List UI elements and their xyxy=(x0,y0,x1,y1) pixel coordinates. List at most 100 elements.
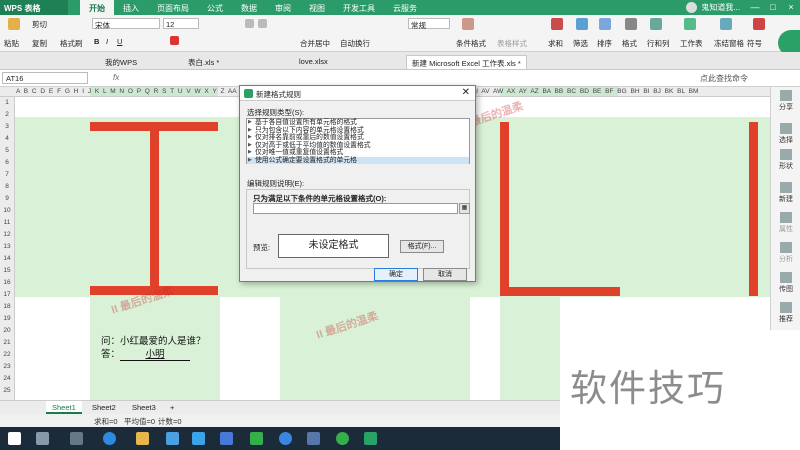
task-view-icon[interactable] xyxy=(70,432,83,445)
sum-button[interactable]: 求和 xyxy=(548,38,563,49)
row-header[interactable]: 24 xyxy=(0,375,14,382)
row-header[interactable]: 21 xyxy=(0,339,14,346)
row-header[interactable]: 4 xyxy=(0,135,14,142)
share-button[interactable]: 分享 xyxy=(771,90,800,112)
tab-my-wps[interactable]: 我的WPS xyxy=(100,55,142,69)
menu-home[interactable]: 开始 xyxy=(80,0,114,15)
format-painter-button[interactable]: 格式刷 xyxy=(60,38,83,49)
row-header[interactable]: 1 xyxy=(0,99,14,106)
row-header[interactable]: 11 xyxy=(0,219,14,226)
close-window-button[interactable]: × xyxy=(782,0,800,15)
bold-button[interactable]: B xyxy=(94,37,99,46)
row-header[interactable]: 15 xyxy=(0,267,14,274)
row-header[interactable]: 19 xyxy=(0,315,14,322)
search-icon[interactable] xyxy=(36,432,49,445)
shape-button[interactable]: 形状 xyxy=(771,149,800,171)
wechat-icon[interactable] xyxy=(250,432,263,445)
cancel-button[interactable]: 取消 xyxy=(423,268,467,281)
filter-button[interactable]: 筛选 xyxy=(573,38,588,49)
format-button[interactable]: 格式 xyxy=(622,38,637,49)
windows-start-icon[interactable] xyxy=(8,432,21,445)
command-search[interactable]: 点此查找命令 xyxy=(700,73,748,84)
sheet-tab-1[interactable]: Sheet1 xyxy=(46,401,82,414)
row-header[interactable]: 20 xyxy=(0,327,14,334)
dialog-close-button[interactable]: ✕ xyxy=(462,87,470,98)
filter-icon[interactable] xyxy=(576,18,588,30)
user-area[interactable]: 鬼知道我... xyxy=(686,0,740,15)
tab-new-excel[interactable]: 新建 Microsoft Excel 工作表.xls * xyxy=(406,55,527,69)
symbol-button[interactable]: 符号 xyxy=(747,38,762,49)
sheet-tab-3[interactable]: Sheet3 xyxy=(126,401,162,414)
rule-type-item[interactable]: 仅对高于或低于平均值的数值设置格式 xyxy=(247,142,469,150)
merge-center-button[interactable]: 合并居中 xyxy=(300,38,330,49)
menu-cloud[interactable]: 云服务 xyxy=(384,0,426,15)
row-header[interactable]: 23 xyxy=(0,363,14,370)
cut-button[interactable]: 剪切 xyxy=(32,19,47,30)
range-picker-button[interactable]: ▦ xyxy=(459,203,470,214)
row-header[interactable]: 7 xyxy=(0,171,14,178)
fx-icon[interactable]: fx xyxy=(113,73,119,82)
row-header[interactable]: 8 xyxy=(0,183,14,190)
properties-button[interactable]: 属性 xyxy=(771,212,800,234)
row-header[interactable]: 14 xyxy=(0,255,14,262)
row-header[interactable]: 16 xyxy=(0,279,14,286)
maximize-button[interactable]: □ xyxy=(764,0,782,15)
tab-love-xlsx[interactable]: love.xlsx xyxy=(294,55,333,69)
upload-image-button[interactable]: 传图 xyxy=(771,272,800,294)
copy-button[interactable]: 复制 xyxy=(32,38,47,49)
number-format-select[interactable]: 常规 xyxy=(408,18,450,30)
app-menu-button[interactable]: WPS 表格 xyxy=(0,0,68,15)
row-header[interactable]: 22 xyxy=(0,351,14,358)
menu-insert[interactable]: 插入 xyxy=(114,0,148,15)
sort-button[interactable]: 排序 xyxy=(597,38,612,49)
worksheet-button[interactable]: 工作表 xyxy=(680,38,703,49)
file-explorer-icon[interactable] xyxy=(136,432,149,445)
menu-review[interactable]: 审阅 xyxy=(266,0,300,15)
wps-spreadsheet-icon[interactable] xyxy=(364,432,377,445)
font-size-select[interactable]: 12 xyxy=(163,18,199,29)
menu-formulas[interactable]: 公式 xyxy=(198,0,232,15)
worksheet-icon[interactable] xyxy=(684,18,696,30)
analysis-button[interactable]: 分析 xyxy=(771,242,800,264)
row-header[interactable]: 17 xyxy=(0,291,14,298)
table-style-button[interactable]: 表格样式 xyxy=(497,38,527,49)
font-family-select[interactable]: 宋体 xyxy=(92,18,160,30)
recommend-button[interactable]: 推荐 xyxy=(771,302,800,324)
format-button[interactable]: 格式(F)... xyxy=(400,240,444,253)
freeze-panes-button[interactable]: 冻结窗格 xyxy=(714,38,744,49)
avatar[interactable] xyxy=(686,2,698,13)
formula-input[interactable] xyxy=(253,203,458,214)
new-button[interactable]: 新建 xyxy=(771,182,800,204)
conditional-format-icon[interactable] xyxy=(462,18,474,30)
menu-data[interactable]: 数据 xyxy=(232,0,266,15)
tab-biaobai-xls[interactable]: 表白.xls * xyxy=(183,55,224,69)
menu-developer[interactable]: 开发工具 xyxy=(334,0,384,15)
paste-button[interactable]: 粘贴 xyxy=(4,38,19,49)
sort-icon[interactable] xyxy=(599,18,611,30)
green-app-icon[interactable] xyxy=(336,432,349,445)
row-header[interactable]: 9 xyxy=(0,195,14,202)
symbol-icon[interactable] xyxy=(753,18,765,30)
row-header[interactable]: 25 xyxy=(0,387,14,394)
minimize-button[interactable]: — xyxy=(746,0,764,15)
app-icon[interactable] xyxy=(166,432,179,445)
sum-icon[interactable] xyxy=(551,18,563,30)
row-header[interactable]: 6 xyxy=(0,159,14,166)
bird-app-icon[interactable] xyxy=(192,432,205,445)
tool-icon[interactable] xyxy=(307,432,320,445)
freeze-panes-icon[interactable] xyxy=(720,18,732,30)
row-header[interactable]: 13 xyxy=(0,243,14,250)
add-sheet-button[interactable]: + xyxy=(164,401,180,414)
italic-button[interactable]: I xyxy=(106,37,108,46)
conditional-format-button[interactable]: 条件格式 xyxy=(456,38,486,49)
font-color-icon[interactable] xyxy=(170,36,179,45)
row-header[interactable]: 10 xyxy=(0,207,14,214)
align-top-icon[interactable] xyxy=(245,19,254,28)
sheet-tab-2[interactable]: Sheet2 xyxy=(86,401,122,414)
rows-cols-button[interactable]: 行和列 xyxy=(647,38,670,49)
rule-type-item[interactable]: 仅对唯一值或重复值设置格式 xyxy=(247,149,469,157)
wps-writer-icon[interactable] xyxy=(220,432,233,445)
align-middle-icon[interactable] xyxy=(258,19,267,28)
rows-cols-icon[interactable] xyxy=(650,18,662,30)
row-header[interactable]: 12 xyxy=(0,231,14,238)
